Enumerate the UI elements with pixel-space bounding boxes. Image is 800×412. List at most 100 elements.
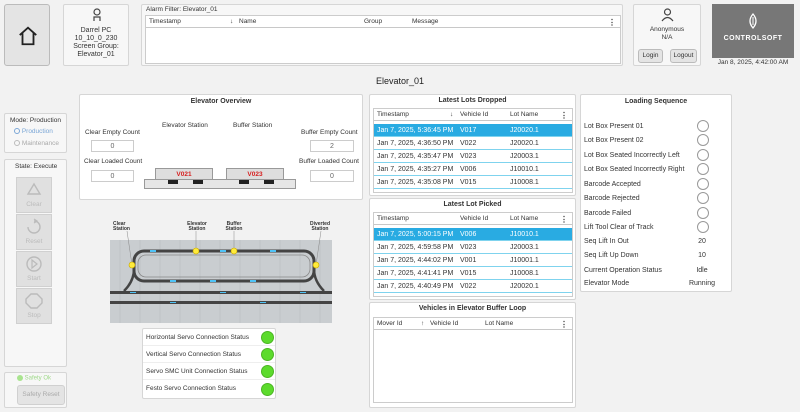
screen-group-value: Elevator_01 <box>77 51 115 58</box>
clear-loaded-label: Clear Loaded Count <box>84 158 143 165</box>
carrier-v023-wheel <box>239 180 249 184</box>
loading-value-row: Seq Lift In Out 20 <box>584 237 729 249</box>
alarm-col-name[interactable]: Name <box>239 16 256 28</box>
loading-check-row: Barcode Accepted <box>584 178 729 191</box>
mode-panel: Mode: Production Production Maintenance <box>4 113 67 153</box>
table-menu-icon[interactable]: ⋮ <box>560 319 568 331</box>
loading-check-label: Barcode Failed <box>584 210 632 217</box>
sort-down-icon[interactable]: ↓ <box>230 16 233 28</box>
sort-down-icon[interactable]: ↓ <box>450 109 453 121</box>
elevator-overview-panel: Elevator Overview Elevator Station Buffe… <box>79 94 363 200</box>
loading-value-row: Seq Lift Up Down 10 <box>584 251 729 263</box>
status-circle-icon <box>697 134 709 146</box>
col-mover-id[interactable]: Mover Id <box>377 318 402 330</box>
col-vehicle-id[interactable]: Vehicle Id <box>460 213 488 225</box>
alarm-panel: Alarm Filter: Elevator_01 Timestamp ↓ Na… <box>141 4 623 66</box>
loading-value-row: Elevator Mode Running <box>584 280 729 292</box>
stop-button[interactable]: Stop <box>16 288 52 324</box>
col-vehicle-id[interactable]: Vehicle Id <box>460 109 488 121</box>
lots-dropped-panel: Latest Lots Dropped Timestamp ↓ Vehicle … <box>369 94 576 196</box>
col-lot-name[interactable]: Lot Name <box>510 109 538 121</box>
status-green-indicator <box>261 331 274 344</box>
user-info-panel: Darrel PC 10_10_0_230 Screen Group: Elev… <box>63 4 129 66</box>
table-row[interactable]: Jan 7, 2025, 4:35:27 PM V006 J10010.1 <box>374 163 572 176</box>
table-row[interactable]: Jan 7, 2025, 5:36:45 PM V017 J20020.1 <box>374 124 572 137</box>
sort-up-icon[interactable]: ↑ <box>421 318 424 330</box>
alarm-col-message[interactable]: Message <box>412 16 438 28</box>
header-datetime: Jan 8, 2025, 4:42:00 AM <box>717 59 789 66</box>
loading-check-row: Lift Tool Clear of Track <box>584 221 729 234</box>
radio-selected-icon <box>14 128 20 135</box>
safety-panel: Safety Ok Safety Reset <box>4 372 67 408</box>
mode-option-production[interactable]: Production <box>14 128 53 135</box>
col-timestamp[interactable]: Timestamp <box>377 213 409 225</box>
loading-check-label: Lot Box Present 02 <box>584 137 644 144</box>
start-button[interactable]: Start <box>16 251 52 287</box>
table-row[interactable]: Jan 7, 2025, 4:35:47 PM V023 J20003.1 <box>374 150 572 163</box>
user-name: Darrel PC <box>80 27 112 34</box>
table-row[interactable]: Jan 7, 2025, 4:36:50 PM V022 J20020.1 <box>374 137 572 150</box>
col-timestamp[interactable]: Timestamp <box>377 109 409 121</box>
stop-icon <box>25 293 43 309</box>
table-row[interactable]: Jan 7, 2025, 4:35:08 PM V015 J10008.1 <box>374 176 572 189</box>
lots-dropped-table[interactable]: Timestamp ↓ Vehicle Id Lot Name ⋮ Jan 7,… <box>373 108 573 193</box>
status-circle-icon <box>697 221 709 233</box>
servo-status-festo: Festo Servo Connection Status <box>143 380 275 398</box>
table-row[interactable]: Jan 7, 2025, 4:59:58 PM V023 J20003.1 <box>374 241 572 254</box>
loading-value-label: Elevator Mode <box>584 280 630 287</box>
buffer-loop-header: Mover Id ↑ Vehicle Id Lot Name ⋮ <box>374 318 572 330</box>
table-row[interactable]: Jan 7, 2025, 4:41:41 PM V015 J10008.1 <box>374 267 572 280</box>
table-row[interactable]: Jan 7, 2025, 5:00:15 PM V006 J10010.1 <box>374 228 572 241</box>
servo-status-label: Servo SMC Unit Connection Status <box>146 368 248 375</box>
servo-status-horizontal: Horizontal Servo Connection Status <box>143 329 275 346</box>
lot-picked-title: Latest Lot Picked <box>443 201 502 208</box>
alarm-table[interactable]: Timestamp ↓ Name Group Message ⋮ <box>145 15 621 64</box>
lot-picked-table[interactable]: Timestamp Vehicle Id Lot Name ⋮ Jan 7, 2… <box>373 212 573 297</box>
status-green-indicator <box>261 383 274 396</box>
brand-block: CONTROLSOFT <box>712 4 794 58</box>
logout-button[interactable]: Logout <box>670 49 697 63</box>
safety-ok-label: Safety Ok <box>24 375 52 382</box>
mode-option-maintenance[interactable]: Maintenance <box>14 140 59 147</box>
clear-empty-value: 0 <box>91 140 134 152</box>
loading-value-label: Seq Lift Up Down <box>584 252 639 259</box>
login-button[interactable]: Login <box>638 49 663 63</box>
alarm-col-group[interactable]: Group <box>364 16 382 28</box>
table-row[interactable]: Jan 7, 2025, 4:40:49 PM V022 J20020.1 <box>374 280 572 293</box>
loading-check-label: Lot Box Seated Incorrectly Right <box>584 166 685 173</box>
home-button[interactable] <box>4 4 50 66</box>
servo-status-label: Festo Servo Connection Status <box>146 385 236 392</box>
carrier-v023: V023 <box>226 168 284 180</box>
reset-button[interactable]: Reset <box>16 214 52 250</box>
loading-check-label: Lot Box Seated Incorrectly Left <box>584 152 680 159</box>
clear-button[interactable]: Clear <box>16 177 52 213</box>
table-menu-icon[interactable]: ⋮ <box>560 110 568 122</box>
mode-production-label: Production <box>21 128 53 135</box>
carrier-v021: V021 <box>155 168 213 180</box>
stop-label: Stop <box>27 312 41 319</box>
safety-reset-button[interactable]: Safety Reset <box>17 385 65 405</box>
loading-check-row: Barcode Rejected <box>584 192 729 205</box>
loading-sequence-title: Loading Sequence <box>624 98 688 105</box>
track-label-buffer-station: Buffer Station <box>225 221 243 232</box>
alarm-menu-icon[interactable]: ⋮ <box>608 17 616 29</box>
status-circle-icon <box>697 149 709 161</box>
col-lot-name[interactable]: Lot Name <box>510 213 538 225</box>
col-lot-name[interactable]: Lot Name <box>485 318 513 330</box>
table-menu-icon[interactable]: ⋮ <box>560 214 568 226</box>
col-vehicle-id[interactable]: Vehicle Id <box>430 318 458 330</box>
start-icon <box>26 256 42 272</box>
servo-status-vertical: Vertical Servo Connection Status <box>143 346 275 363</box>
loading-check-label: Lot Box Present 01 <box>584 123 644 130</box>
elevator-overview-title: Elevator Overview <box>190 98 252 105</box>
track-drawing <box>110 230 332 323</box>
carrier-v021-label: V021 <box>176 171 192 178</box>
buffer-loop-table[interactable]: Mover Id ↑ Vehicle Id Lot Name ⋮ <box>373 317 573 403</box>
table-row[interactable]: Jan 7, 2025, 4:44:02 PM V001 J10001.1 <box>374 254 572 267</box>
buffer-empty-label: Buffer Empty Count <box>301 129 358 136</box>
controlsoft-logo-icon <box>749 13 757 29</box>
account-panel: Anonymous N/A Login Logout <box>633 4 701 66</box>
loading-sequence-panel: Loading Sequence Lot Box Present 01 Lot … <box>580 94 732 292</box>
alarm-col-timestamp[interactable]: Timestamp <box>149 16 181 28</box>
start-label: Start <box>27 275 41 282</box>
